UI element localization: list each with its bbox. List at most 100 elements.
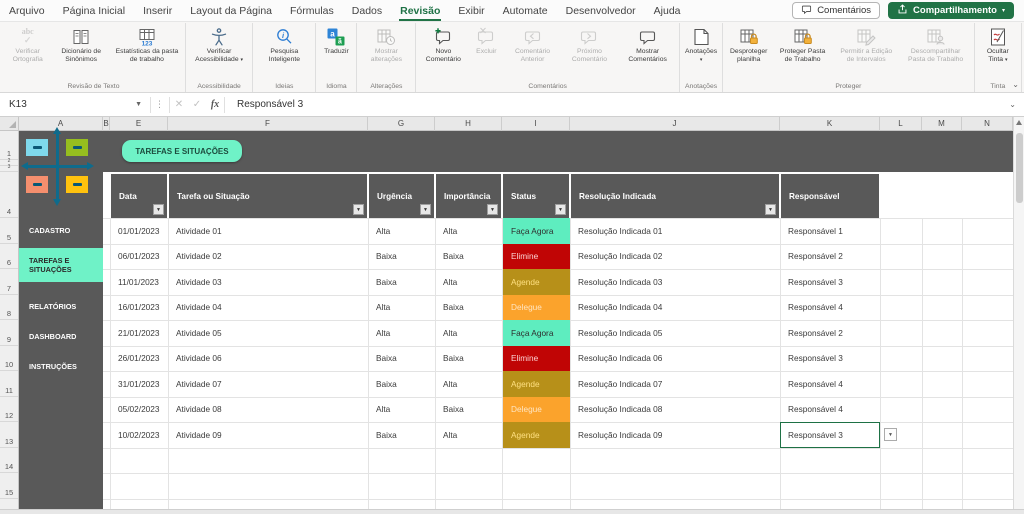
cell-tarefa[interactable]: Atividade 07 [168,371,368,397]
cell-responsavel[interactable]: Responsável 1 [780,218,880,244]
column-header-F[interactable]: F [168,117,368,131]
row-header-8[interactable]: 8 [0,295,18,321]
cell-resolucao[interactable]: Resolução Indicada 02 [570,244,780,270]
menu-tab-revisão[interactable]: Revisão [391,0,449,22]
cell-tarefa[interactable]: Atividade 08 [168,397,368,423]
cell-resolucao[interactable]: Resolução Indicada 04 [570,295,780,321]
sidebar-item-relat-rios[interactable]: RELATÓRIOS [19,296,103,318]
cell-resolucao[interactable]: Resolução Indicada 07 [570,371,780,397]
row-header-11[interactable]: 11 [0,371,18,397]
table-header-resolução-indicada[interactable]: Resolução Indicada▼ [571,174,779,218]
column-header-L[interactable]: L [880,117,922,131]
cell-resolucao[interactable]: Resolução Indicada 09 [570,422,780,448]
column-header-E[interactable]: E [110,117,168,131]
cell-data[interactable]: 26/01/2023 [110,346,168,372]
status-cell[interactable]: Faça Agora [503,320,570,346]
cell-tarefa[interactable]: Atividade 09 [168,422,368,448]
ribbon-button-excluir[interactable]: Excluir [468,24,504,56]
cell-tarefa[interactable]: Atividade 06 [168,346,368,372]
confirm-entry-icon[interactable]: ✓ [188,99,206,110]
table-header-urgência[interactable]: Urgência▼ [369,174,434,218]
sidebar-item-tarefas-e-situa-es[interactable]: TAREFAS E SITUAÇÕES [19,248,103,282]
cell-tarefa[interactable]: Atividade 04 [168,295,368,321]
row-header-9[interactable]: 9 [0,320,18,346]
cell-tarefa[interactable]: Atividade 02 [168,244,368,270]
cell-urgencia[interactable]: Baixa [368,244,435,270]
ribbon-button-mostrar-comentários[interactable]: Mostrar Comentários [618,24,677,64]
table-header-status[interactable]: Status▼ [503,174,569,218]
row-header-1[interactable]: 1 [0,131,18,160]
column-header-H[interactable]: H [435,117,502,131]
cell-tarefa[interactable]: Atividade 05 [168,320,368,346]
formula-bar-expand-icon[interactable]: ⌄ [1009,100,1016,109]
menu-tab-layout-da-página[interactable]: Layout da Página [181,0,281,22]
cell-data[interactable]: 05/02/2023 [110,397,168,423]
table-header-tarefa-ou-situação[interactable]: Tarefa ou Situação▼ [169,174,367,218]
cell-resolucao[interactable]: Resolução Indicada 05 [570,320,780,346]
cell-data[interactable]: 06/01/2023 [110,244,168,270]
table-header-data[interactable]: Data▼ [111,174,167,218]
column-header-A[interactable]: A [19,117,103,131]
data-validation-dropdown-icon[interactable]: ▼ [884,428,897,441]
cell-importancia[interactable]: Baixa [435,295,502,321]
cancel-entry-icon[interactable]: ✕ [170,99,188,110]
cell-urgencia[interactable]: Baixa [368,371,435,397]
cell-responsavel[interactable]: Responsável 4 [780,397,880,423]
formula-input[interactable]: Responsável 3 [237,99,303,110]
menu-tab-dados[interactable]: Dados [343,0,391,22]
cell-urgencia[interactable]: Alta [368,218,435,244]
cell-tarefa[interactable]: Atividade 03 [168,269,368,295]
row-header-7[interactable]: 7 [0,269,18,295]
cell-importancia[interactable]: Alta [435,320,502,346]
cell-responsavel[interactable]: Responsável 3 [780,346,880,372]
sidebar-item-instru-es[interactable]: INSTRUÇÕES [19,356,103,378]
column-header-B[interactable]: B [103,117,110,131]
comments-button[interactable]: Comentários [792,2,880,19]
ribbon-button-permitir-a-edição-de-intervalos[interactable]: Permitir a Edição de Intervalos [833,24,900,64]
select-all-corner[interactable] [0,117,19,131]
row-header-12[interactable]: 12 [0,397,18,423]
cell-data[interactable]: 10/02/2023 [110,422,168,448]
cell-importancia[interactable]: Alta [435,218,502,244]
cell-urgencia[interactable]: Alta [368,320,435,346]
menu-tab-página-inicial[interactable]: Página Inicial [54,0,134,22]
scroll-up-icon[interactable] [1016,120,1022,125]
ribbon-button-dicionário-de-sinônimos[interactable]: Dicionário de Sinônimos [51,24,111,64]
menu-tab-desenvolvedor[interactable]: Desenvolvedor [557,0,645,22]
menu-tab-fórmulas[interactable]: Fórmulas [281,0,343,22]
row-header-14[interactable]: 14 [0,448,18,474]
cell-resolucao[interactable]: Resolução Indicada 06 [570,346,780,372]
menu-tab-ajuda[interactable]: Ajuda [645,0,690,22]
cell-importancia[interactable]: Alta [435,269,502,295]
table-header-importância[interactable]: Importância▼ [436,174,501,218]
menu-tab-exibir[interactable]: Exibir [449,0,493,22]
ribbon-button-estatísticas-da-pasta-de-trabalho[interactable]: 123Estatísticas da pasta de trabalho [111,24,183,64]
cell-responsavel[interactable]: Responsável 3 [780,269,880,295]
status-cell[interactable]: Agende [503,269,570,295]
filter-dropdown-icon[interactable]: ▼ [765,204,776,215]
status-cell[interactable]: Delegue [503,397,570,423]
row-header-4[interactable]: 4 [0,172,18,218]
name-box[interactable]: K13 ▼ [0,93,150,116]
status-cell[interactable]: Faça Agora [503,218,570,244]
column-header-G[interactable]: G [368,117,435,131]
cell-responsavel[interactable]: Responsável 4 [780,295,880,321]
cell-importancia[interactable]: Alta [435,371,502,397]
cell-data[interactable]: 01/01/2023 [110,218,168,244]
filter-dropdown-icon[interactable]: ▼ [555,204,566,215]
cell-data[interactable]: 16/01/2023 [110,295,168,321]
column-header-J[interactable]: J [570,117,780,131]
status-cell[interactable]: Delegue [503,295,570,321]
ribbon-button-pesquisa-inteligente[interactable]: iPesquisa Inteligente [255,24,313,64]
row-header-5[interactable]: 5 [0,218,18,244]
status-cell[interactable]: Elimine [503,346,570,372]
sidebar-item-cadastro[interactable]: CADASTRO [19,218,103,243]
cell-resolucao[interactable]: Resolução Indicada 08 [570,397,780,423]
cell-tarefa[interactable]: Atividade 01 [168,218,368,244]
ribbon-button-verificar-acessibilidade[interactable]: Verificar Acessibilidade ▾ [188,24,250,64]
cell-importancia[interactable]: Baixa [435,346,502,372]
cell-urgencia[interactable]: Baixa [368,422,435,448]
cell-responsavel[interactable]: Responsável 2 [780,244,880,270]
sidebar-item-dashboard[interactable]: DASHBOARD [19,326,103,348]
cell-importancia[interactable]: Baixa [435,397,502,423]
